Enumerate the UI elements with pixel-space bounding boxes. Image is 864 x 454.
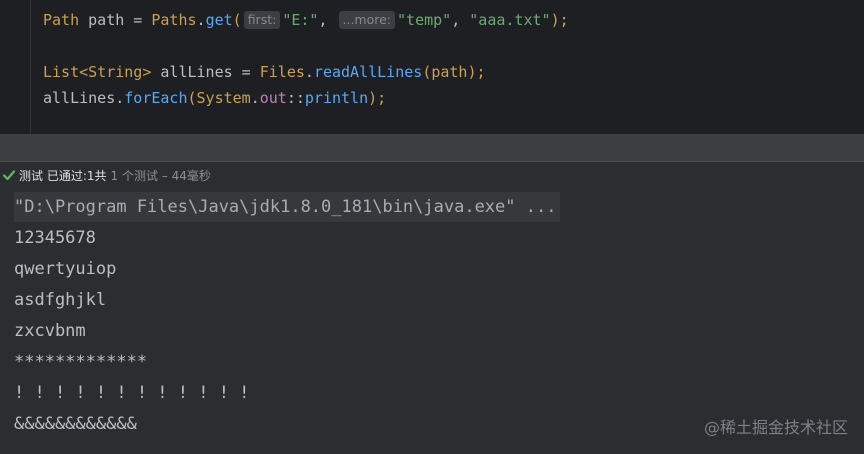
console-line: qwertyuiop <box>14 259 117 279</box>
paren-open: ( <box>232 11 242 29</box>
test-detail: 1 个测试 – 44毫秒 <box>110 168 211 183</box>
dot-token: . <box>250 89 260 107</box>
string-arg-3: "aaa.txt" <box>469 11 551 29</box>
code-editor[interactable]: Path path = Paths.get(first: "E:", ...mor… <box>0 0 864 134</box>
paren-close: ); <box>550 11 569 29</box>
paren-close: ); <box>368 89 387 107</box>
type-token: List<String> <box>43 63 152 81</box>
string-arg-2: "temp" <box>397 11 452 29</box>
code-line-1[interactable]: Path path = Paths.get(first: "E:", ...mor… <box>43 9 569 31</box>
console-line: zxcvbnm <box>14 321 86 341</box>
test-status-bar: 测试 已通过: 1共 1 个测试 – 44毫秒 <box>0 164 864 186</box>
console-line: &&&&&&&&&&&& <box>14 414 137 434</box>
args-token: (path); <box>422 63 486 81</box>
code-line-2[interactable]: List<String> allLines = Files.readAllLin… <box>43 61 486 83</box>
var-token: allLines = <box>151 63 260 81</box>
paren-open: ( <box>187 89 197 107</box>
console-line: asdfghjkl <box>14 290 107 310</box>
method-token: get <box>205 11 233 29</box>
method-token: readAllLines <box>313 63 423 81</box>
console-command-line[interactable]: "D:\Program Files\Java\jdk1.8.0_181\bin\… <box>14 192 561 222</box>
class-token: System <box>196 89 251 107</box>
divider <box>0 161 864 162</box>
console-line: ! ! ! ! ! ! ! ! ! ! ! ! <box>14 383 250 403</box>
var-token: path = <box>79 11 152 29</box>
tool-window-header[interactable] <box>0 134 864 162</box>
param-hint-first: first: <box>243 11 281 29</box>
test-count: 1共 <box>86 168 107 183</box>
console-line: 12345678 <box>14 228 96 248</box>
method-ref-token: println <box>304 89 369 107</box>
method-token: forEach <box>124 89 188 107</box>
editor-gutter <box>30 0 31 134</box>
check-icon <box>2 170 16 181</box>
dot-token: . <box>304 63 314 81</box>
console-line: ************* <box>14 352 148 372</box>
param-hint-more: ...more: <box>338 11 396 29</box>
comma-1: , <box>318 11 337 29</box>
method-ref-sep: :: <box>286 89 305 107</box>
object-token: allLines <box>43 89 116 107</box>
watermark: @稀土掘金技术社区 <box>703 418 848 437</box>
dot-token: . <box>115 89 125 107</box>
test-status-label: 测试 已通过: <box>19 168 87 183</box>
type-token: Path <box>43 11 80 29</box>
field-token: out <box>259 89 287 107</box>
string-arg-1: "E:" <box>282 11 319 29</box>
dot-token: . <box>196 11 206 29</box>
class-token: Paths <box>151 11 197 29</box>
class-token: Files <box>259 63 305 81</box>
comma-2: , <box>451 11 470 29</box>
code-line-3[interactable]: allLines.forEach(System.out::println); <box>43 87 386 109</box>
